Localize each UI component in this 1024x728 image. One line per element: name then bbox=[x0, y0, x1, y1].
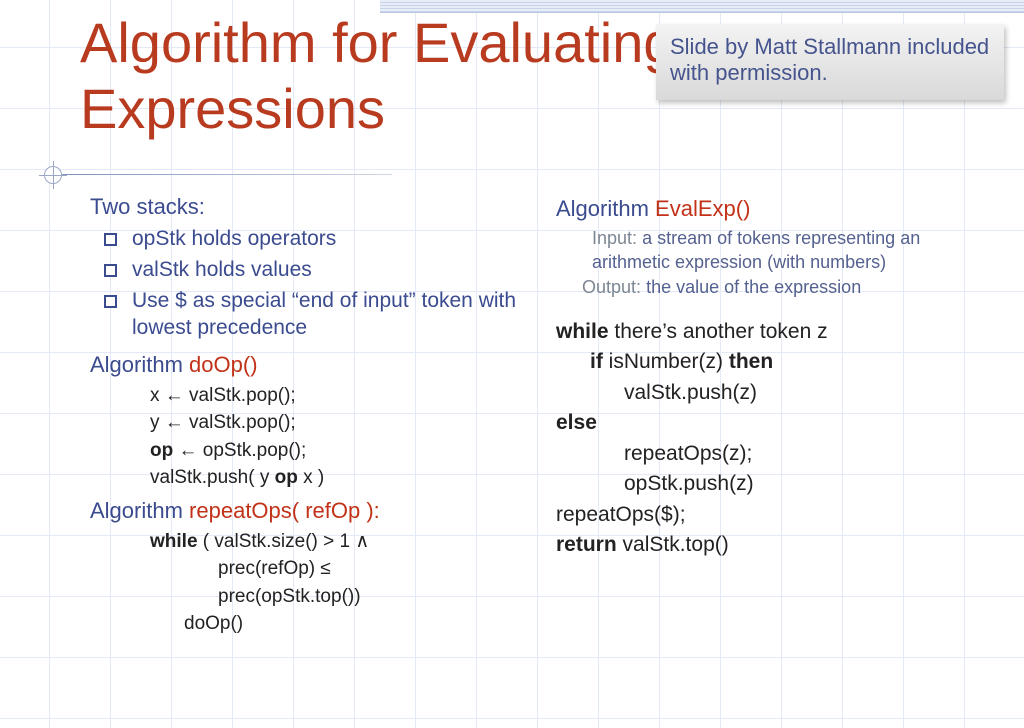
code-line: while there’s another token z bbox=[556, 317, 994, 347]
list-item: Use $ as special “end of input” token wi… bbox=[90, 288, 528, 342]
algo-io-spec: Input: a stream of tokens representing a… bbox=[582, 226, 994, 299]
code-line: if isNumber(z) then bbox=[556, 347, 994, 377]
code-line: repeatOps(z); bbox=[556, 439, 994, 469]
code-line: prec(opStk.top()) bbox=[116, 583, 528, 611]
algo-label: Algorithm bbox=[90, 498, 183, 523]
input-spec: Input: a stream of tokens representing a… bbox=[582, 226, 994, 275]
code-line: while ( valStk.size() > 1 ∧ bbox=[116, 528, 528, 556]
algo-repeatops-header: Algorithm repeatOps( refOp ): bbox=[90, 498, 528, 524]
two-stacks-heading: Two stacks: bbox=[90, 194, 528, 220]
output-spec: Output: the value of the expression bbox=[582, 275, 994, 299]
code-line: doOp() bbox=[116, 610, 528, 638]
attribution-box: Slide by Matt Stallmann included with pe… bbox=[656, 24, 1004, 100]
code-line: prec(refOp) ≤ bbox=[116, 555, 528, 583]
list-item: opStk holds operators bbox=[90, 226, 528, 253]
algo-name: EvalExp() bbox=[655, 196, 750, 221]
code-line: repeatOps($); bbox=[556, 500, 994, 530]
algo-label: Algorithm bbox=[556, 196, 649, 221]
two-stacks-list: opStk holds operators valStk holds value… bbox=[90, 226, 528, 342]
title-underline bbox=[62, 174, 392, 175]
crosshair-ornament-icon bbox=[44, 166, 62, 184]
algo-evalexp-body: while there’s another token z if isNumbe… bbox=[556, 317, 994, 561]
code-line: valStk.push(z) bbox=[556, 378, 994, 408]
code-line: valStk.push( y op x ) bbox=[116, 464, 528, 492]
algo-doop-body: x ← valStk.pop(); y ← valStk.pop(); op ←… bbox=[116, 382, 528, 492]
algo-name: repeatOps( refOp ): bbox=[189, 498, 380, 523]
algo-evalexp-header: Algorithm EvalExp() bbox=[556, 196, 994, 222]
right-column: Algorithm EvalExp() Input: a stream of t… bbox=[556, 190, 994, 718]
list-item: valStk holds values bbox=[90, 257, 528, 284]
code-line: x ← valStk.pop(); bbox=[116, 382, 528, 410]
algo-label: Algorithm bbox=[90, 352, 183, 377]
algo-repeatops-body: while ( valStk.size() > 1 ∧ prec(refOp) … bbox=[116, 528, 528, 638]
algo-name: doOp() bbox=[189, 352, 257, 377]
code-line: return valStk.top() bbox=[556, 530, 994, 560]
code-line: else bbox=[556, 408, 994, 438]
code-line: y ← valStk.pop(); bbox=[116, 409, 528, 437]
left-column: Two stacks: opStk holds operators valStk… bbox=[90, 190, 528, 718]
algo-doop-header: Algorithm doOp() bbox=[90, 352, 528, 378]
code-line: opStk.push(z) bbox=[556, 469, 994, 499]
code-line: op ← opStk.pop(); bbox=[116, 437, 528, 465]
content-columns: Two stacks: opStk holds operators valStk… bbox=[90, 190, 994, 718]
